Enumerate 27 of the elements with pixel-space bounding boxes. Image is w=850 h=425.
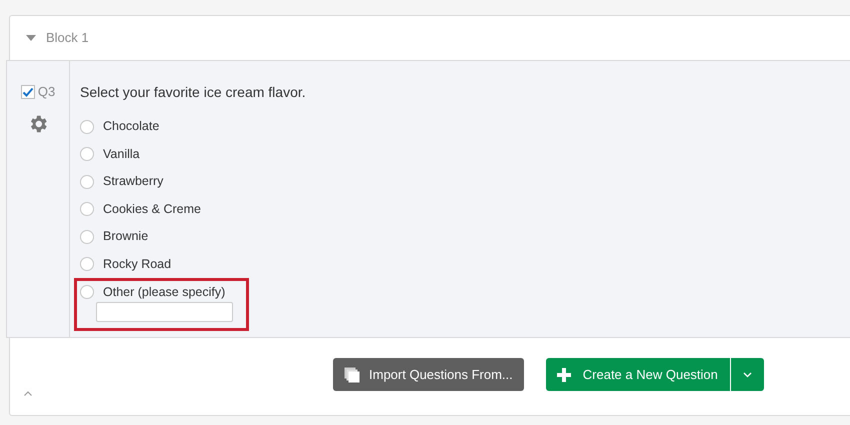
radio-button[interactable] — [80, 147, 94, 162]
question-number: Q3 — [38, 82, 56, 101]
chevron-down-icon — [742, 372, 752, 378]
radio-button[interactable] — [80, 120, 94, 134]
radio-button[interactable] — [80, 284, 94, 299]
radio-button[interactable] — [80, 202, 94, 216]
create-question-button[interactable]: Create a New Question — [546, 358, 730, 392]
text-entry-field[interactable] — [96, 302, 233, 322]
choice-label[interactable]: Strawberry — [103, 172, 164, 191]
radio-button[interactable] — [80, 174, 94, 189]
choice-label[interactable]: Other (please specify) — [103, 282, 226, 302]
question-text: Select your favorite ice cream flavor. — [80, 82, 306, 102]
choice-label[interactable]: Rocky Road — [103, 254, 172, 274]
radio-button[interactable] — [80, 230, 94, 244]
plus-icon — [556, 368, 571, 382]
choice-label[interactable]: Chocolate — [103, 117, 160, 136]
chevron-up-icon[interactable] — [24, 391, 32, 396]
import-button[interactable]: Import Questions From... — [333, 358, 524, 392]
choice-label[interactable]: Vanilla — [103, 144, 140, 164]
checkbox[interactable] — [20, 84, 35, 99]
choice-label[interactable]: Cookies & Creme — [103, 200, 201, 218]
caret-icon[interactable] — [26, 34, 36, 41]
block-title: Block 1 — [46, 29, 89, 48]
dropdown-button[interactable] — [730, 358, 764, 392]
copy-icon — [344, 366, 360, 383]
choice-label[interactable]: Brownie — [103, 227, 148, 246]
radio-button[interactable] — [80, 257, 94, 272]
